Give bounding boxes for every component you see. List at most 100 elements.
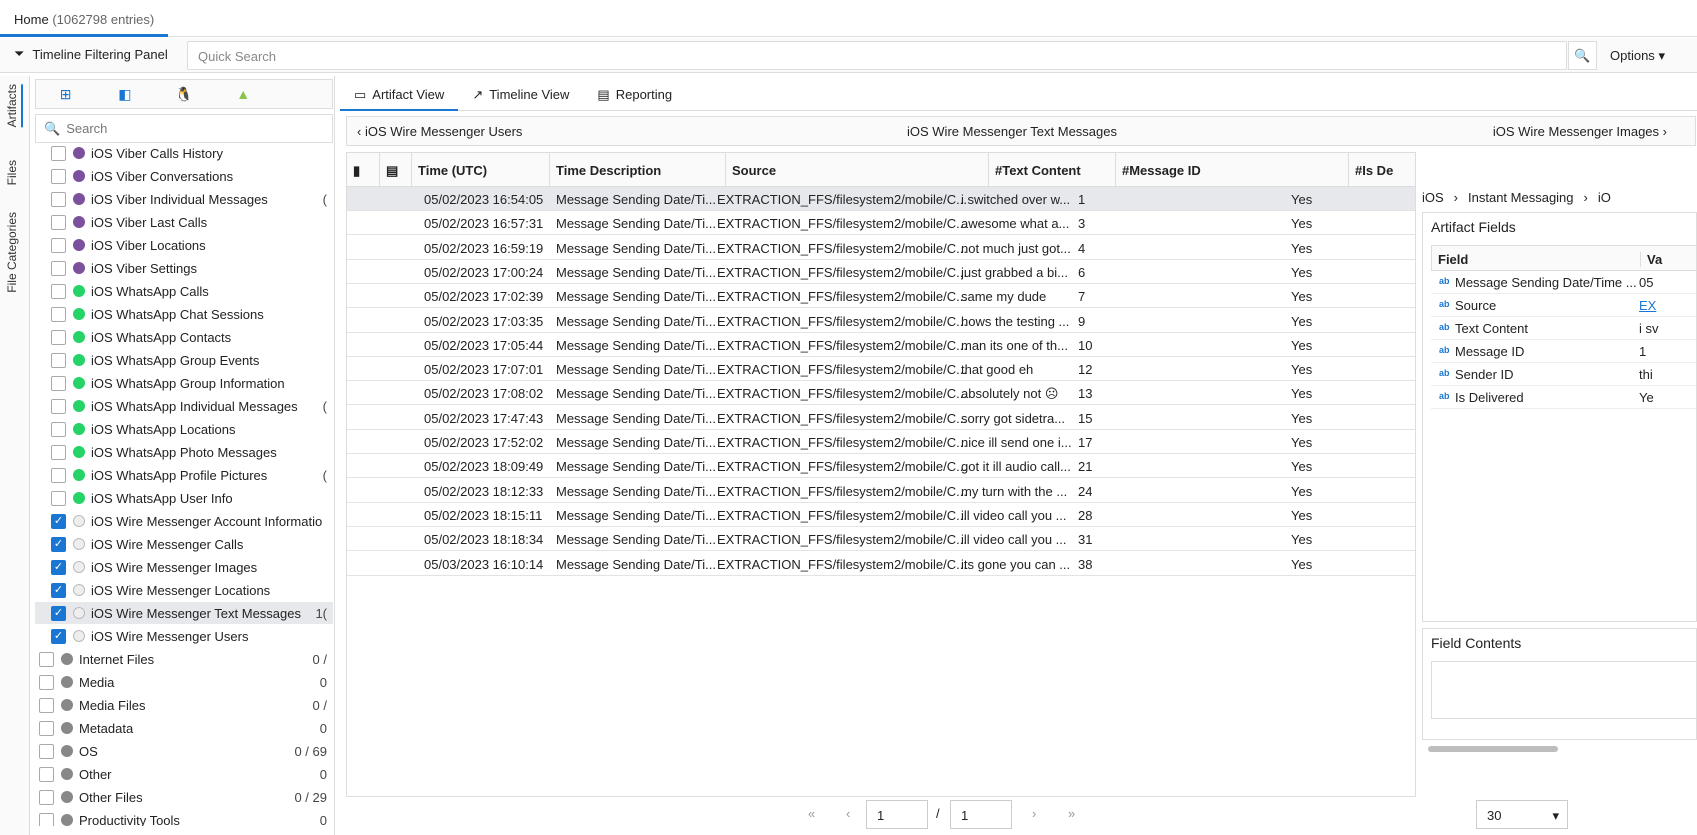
tab-reporting[interactable]: ▤ Reporting [583, 76, 686, 111]
field-row[interactable]: ab Message Sending Date/Time ... 05 [1431, 271, 1696, 294]
prev-page-button[interactable]: ‹ [846, 806, 850, 821]
checkbox[interactable] [39, 812, 54, 826]
tab-artifact-view[interactable]: ▭ Artifact View [340, 76, 459, 111]
sidebar-item[interactable]: iOS Viber Locations [35, 234, 333, 256]
field-row[interactable]: ab Text Content i sv [1431, 317, 1696, 340]
sidebar-item[interactable]: ✓ iOS Wire Messenger Calls [35, 533, 333, 555]
checkbox[interactable] [39, 789, 54, 805]
next-page-button[interactable]: › [1032, 806, 1036, 821]
options-button[interactable]: Options ▾ [1610, 48, 1665, 64]
sidebar-item[interactable]: iOS WhatsApp Group Information [35, 372, 333, 394]
checkbox[interactable] [51, 260, 66, 276]
windows-icon[interactable]: ⊞ [36, 80, 95, 108]
col-time-description[interactable]: Time Description [550, 153, 726, 187]
table-row[interactable]: 05/02/2023 17:47:43 Message Sending Date/… [347, 406, 1415, 430]
table-row[interactable]: 05/03/2023 16:10:14 Message Sending Date/… [347, 552, 1415, 576]
sidebar-item[interactable]: iOS Viber Settings [35, 257, 333, 279]
sidebar-item[interactable]: OS 0 / 69 [35, 740, 333, 762]
checkbox[interactable] [51, 329, 66, 345]
checkbox[interactable] [51, 421, 66, 437]
sidebar-item[interactable]: Productivity Tools 0 [35, 809, 333, 826]
checkbox[interactable] [51, 283, 66, 299]
home-tab[interactable]: Home (1062798 entries) [0, 0, 169, 37]
col-source[interactable]: Source [726, 153, 989, 187]
checkbox[interactable] [51, 352, 66, 368]
checkbox[interactable]: ✓ [51, 513, 66, 529]
checkbox[interactable]: ✓ [51, 536, 66, 552]
table-row[interactable]: 05/02/2023 17:52:02 Message Sending Date/… [347, 430, 1415, 454]
table-row[interactable]: 05/02/2023 16:57:31 Message Sending Date/… [347, 211, 1415, 236]
sidebar-item[interactable]: iOS Viber Calls History [35, 146, 333, 164]
field-row[interactable]: ab Source EX [1431, 294, 1696, 317]
sidebar-item[interactable]: Metadata 0 [35, 717, 333, 739]
checkbox[interactable] [39, 766, 54, 782]
checkbox[interactable] [51, 444, 66, 460]
checkbox[interactable]: ✓ [51, 582, 66, 598]
sidebar-item[interactable]: ✓ iOS Wire Messenger Images [35, 556, 333, 578]
checkbox[interactable] [51, 191, 66, 207]
table-row[interactable]: 05/02/2023 17:02:39 Message Sending Date/… [347, 284, 1415, 309]
prev-artifact-button[interactable]: ‹ iOS Wire Messenger Users [357, 124, 522, 139]
col-text-content[interactable]: #Text Content [989, 153, 1116, 187]
sidebar-item[interactable]: iOS WhatsApp Contacts [35, 326, 333, 348]
sidebar-item[interactable]: Media Files 0 / [35, 694, 333, 716]
last-page-button[interactable]: » [1068, 806, 1075, 821]
sidebar-item[interactable]: ✓ iOS Wire Messenger Locations [35, 579, 333, 601]
checkbox[interactable] [39, 651, 54, 667]
sidebar-item[interactable]: iOS Viber Conversations [35, 165, 333, 187]
sidebar-item[interactable]: Other Files 0 / 29 [35, 786, 333, 808]
field-row[interactable]: ab Message ID 1 [1431, 340, 1696, 363]
checkbox[interactable] [51, 168, 66, 184]
breadcrumb-instant-messaging[interactable]: Instant Messaging [1468, 190, 1574, 205]
breadcrumb-current[interactable]: iO [1598, 190, 1611, 205]
checkbox[interactable] [39, 720, 54, 736]
table-row[interactable]: 05/02/2023 16:54:05 Message Sending Date/… [347, 187, 1415, 211]
col-time[interactable]: Time (UTC) [412, 153, 550, 187]
checkbox[interactable] [51, 398, 66, 414]
table-row[interactable]: 05/02/2023 17:08:02 Message Sending Date/… [347, 381, 1415, 406]
sidebar-item[interactable]: iOS WhatsApp Individual Messages ( [35, 395, 333, 417]
sidebar-item[interactable]: iOS WhatsApp Group Events [35, 349, 333, 371]
apple-icon[interactable] [273, 80, 332, 108]
sidebar-item[interactable]: iOS Viber Individual Messages ( [35, 188, 333, 210]
tab-files[interactable]: Files [5, 160, 19, 185]
table-row[interactable]: 05/02/2023 18:15:11 Message Sending Date/… [347, 503, 1415, 527]
search-icon[interactable]: 🔍 [1568, 41, 1597, 70]
checkbox[interactable]: ✓ [51, 628, 66, 644]
timeline-filter-button[interactable]: ⏷ Timeline Filtering Panel [14, 46, 168, 62]
bookmark-icon[interactable]: ▮ [347, 153, 380, 187]
note-icon[interactable]: ▤ [380, 153, 412, 187]
table-row[interactable]: 05/02/2023 18:12:33 Message Sending Date/… [347, 479, 1415, 503]
linux-icon[interactable]: 🐧 [154, 80, 213, 108]
checkbox[interactable]: ✓ [51, 605, 66, 621]
page-size-select[interactable]: 30 ▾ [1476, 800, 1568, 829]
col-is-delivered[interactable]: #Is De [1349, 153, 1415, 187]
checkbox[interactable] [51, 214, 66, 230]
sidebar-item[interactable]: ✓ iOS Wire Messenger Users [35, 625, 333, 647]
sidebar-item[interactable]: iOS Viber Last Calls [35, 211, 333, 233]
field-row[interactable]: ab Is Delivered Ye [1431, 386, 1696, 409]
checkbox[interactable] [51, 146, 66, 161]
table-row[interactable]: 05/02/2023 18:09:49 Message Sending Date/… [347, 454, 1415, 479]
table-row[interactable]: 05/02/2023 17:03:35 Message Sending Date/… [347, 309, 1415, 333]
next-artifact-button[interactable]: iOS Wire Messenger Images › [1493, 124, 1667, 139]
sidebar-item[interactable]: iOS WhatsApp Locations [35, 418, 333, 440]
sidebar-item[interactable]: Internet Files 0 / [35, 648, 333, 670]
checkbox[interactable] [51, 306, 66, 322]
table-row[interactable]: 05/02/2023 17:05:44 Message Sending Date/… [347, 333, 1415, 357]
sidebar-item[interactable]: iOS WhatsApp Chat Sessions [35, 303, 333, 325]
breadcrumb-ios[interactable]: iOS [1422, 190, 1444, 205]
checkbox[interactable] [39, 743, 54, 759]
sidebar-item[interactable]: iOS WhatsApp Profile Pictures ( [35, 464, 333, 486]
detail-scrollbar[interactable] [1428, 746, 1558, 752]
sidebar-item[interactable]: iOS WhatsApp Calls [35, 280, 333, 302]
page-input[interactable]: 1 [866, 800, 928, 829]
checkbox[interactable]: ✓ [51, 559, 66, 575]
checkbox[interactable] [39, 697, 54, 713]
quick-search-input[interactable]: Quick Search [187, 41, 1567, 70]
table-row[interactable]: 05/02/2023 16:59:19 Message Sending Date/… [347, 236, 1415, 260]
files-icon[interactable]: ◧ [95, 80, 154, 108]
table-row[interactable]: 05/02/2023 17:07:01 Message Sending Date/… [347, 357, 1415, 382]
sidebar-item[interactable]: iOS WhatsApp Photo Messages [35, 441, 333, 463]
sidebar-item[interactable]: ✓ iOS Wire Messenger Account Informatio [35, 510, 333, 532]
